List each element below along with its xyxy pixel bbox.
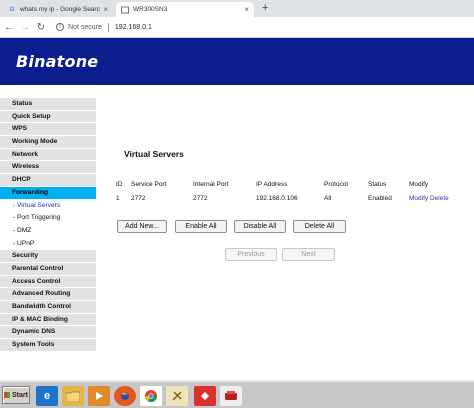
google-favicon-icon: G bbox=[9, 6, 15, 13]
browser-tab-strip: G whats my ip - Google Search × WR300SN3… bbox=[0, 0, 474, 17]
browser-toolbar: ← → ↻ i Not secure 192.168.0.1 bbox=[0, 17, 474, 38]
sidebar-item-system-tools[interactable]: System Tools bbox=[0, 339, 96, 352]
column-header-service-port: Service Port bbox=[131, 181, 167, 188]
sidebar-item-wireless[interactable]: Wireless bbox=[0, 161, 96, 175]
cell-protocol: All bbox=[324, 195, 332, 202]
address-bar[interactable]: 192.168.0.1 bbox=[115, 24, 152, 31]
back-arrow-icon[interactable]: ← bbox=[2, 22, 16, 33]
sidebar-item-network[interactable]: Network bbox=[0, 148, 96, 162]
reload-icon[interactable]: ↻ bbox=[34, 22, 48, 33]
sidebar-item-dhcp[interactable]: DHCP bbox=[0, 174, 96, 187]
sidebar-subitem-upnp[interactable]: - UPnP bbox=[0, 237, 96, 251]
cell-service-port: 2772 bbox=[131, 195, 146, 202]
previous-button[interactable]: Previous bbox=[225, 248, 277, 261]
sidebar-item-status[interactable]: Status bbox=[0, 98, 96, 111]
browser-tab-router[interactable]: WR300SN3 × bbox=[116, 2, 254, 17]
sidebar-subitem-virtual-servers[interactable]: - Virtual Servers bbox=[0, 199, 96, 213]
sidebar-item-security[interactable]: Security bbox=[0, 250, 96, 263]
forward-arrow-icon[interactable]: → bbox=[18, 22, 32, 33]
tool-icon[interactable] bbox=[166, 386, 188, 406]
info-icon[interactable]: i bbox=[56, 23, 64, 31]
next-button[interactable]: Next bbox=[282, 248, 335, 261]
anydesk-icon[interactable] bbox=[194, 386, 216, 406]
cell-modify: Modify Delete bbox=[409, 195, 459, 202]
main-content: Virtual Servers ID Service Port Internal… bbox=[96, 98, 474, 380]
close-tab-icon[interactable]: × bbox=[103, 5, 108, 14]
sidebar-item-ip-mac-binding[interactable]: IP & MAC Binding bbox=[0, 313, 96, 327]
tab-title: whats my ip - Google Search bbox=[20, 6, 101, 13]
virtual-servers-table: ID Service Port Internal Port IP Address… bbox=[116, 181, 459, 202]
security-label[interactable]: Not secure bbox=[68, 24, 102, 31]
media-player-icon[interactable] bbox=[88, 386, 110, 406]
binatone-logo: Binatone bbox=[16, 52, 99, 71]
sidebar-subitem-dmz[interactable]: - DMZ bbox=[0, 224, 96, 238]
cell-ip-address: 192.168.0.106 bbox=[256, 195, 298, 202]
sidebar-item-dynamic-dns[interactable]: Dynamic DNS bbox=[0, 326, 96, 340]
firefox-icon[interactable] bbox=[114, 386, 136, 406]
new-tab-button[interactable]: + bbox=[262, 2, 268, 14]
start-label: Start bbox=[12, 391, 28, 399]
ie-icon[interactable]: e bbox=[36, 386, 58, 406]
sidebar-item-parental-control[interactable]: Parental Control bbox=[0, 262, 96, 276]
table-row: 1 2772 2772 192.168.0.106 All Enabled Mo… bbox=[116, 195, 459, 202]
sidebar-item-advanced-routing[interactable]: Advanced Routing bbox=[0, 288, 96, 301]
sidebar-nav: Status Quick Setup WPS Working Mode Netw… bbox=[0, 98, 96, 352]
sidebar-item-forwarding[interactable]: Forwarding bbox=[0, 186, 96, 200]
cell-id: 1 bbox=[116, 195, 120, 202]
sidebar-item-access-control[interactable]: Access Control bbox=[0, 275, 96, 289]
close-tab-icon[interactable]: × bbox=[244, 5, 249, 14]
explorer-folder-icon[interactable] bbox=[62, 386, 84, 406]
sidebar-item-working-mode[interactable]: Working Mode bbox=[0, 136, 96, 149]
delete-link[interactable]: Delete bbox=[430, 195, 449, 202]
divider bbox=[107, 22, 109, 32]
column-header-internal-port: Internal Port bbox=[193, 181, 229, 188]
enable-all-button[interactable]: Enable All bbox=[175, 220, 227, 233]
sidebar-item-wps[interactable]: WPS bbox=[0, 123, 96, 137]
start-button[interactable]: Start bbox=[2, 386, 30, 404]
router-page: Binatone Status Quick Setup WPS Working … bbox=[0, 38, 474, 380]
add-new-button[interactable]: Add New... bbox=[117, 220, 167, 233]
network-icon[interactable] bbox=[220, 386, 242, 406]
table-header-row: ID Service Port Internal Port IP Address… bbox=[116, 181, 459, 195]
page-title: Virtual Servers bbox=[124, 149, 184, 159]
modify-link[interactable]: Modify bbox=[409, 195, 428, 202]
header-banner: Binatone bbox=[0, 38, 474, 85]
column-header-id: ID bbox=[116, 181, 123, 188]
tab-title: WR300SN3 bbox=[133, 6, 168, 13]
disable-all-button[interactable]: Disable All bbox=[234, 220, 286, 233]
cell-status: Enabled bbox=[368, 195, 392, 202]
column-header-protocol: Protocol bbox=[324, 181, 348, 188]
page-favicon-icon bbox=[121, 6, 129, 14]
sidebar-item-bandwidth-control[interactable]: Bandwidth Control bbox=[0, 301, 96, 314]
chrome-icon[interactable] bbox=[140, 386, 162, 406]
sidebar-item-quick-setup[interactable]: Quick Setup bbox=[0, 110, 96, 124]
sidebar-subitem-port-triggering[interactable]: - Port Triggering bbox=[0, 212, 96, 225]
cell-internal-port: 2772 bbox=[193, 195, 208, 202]
windows-logo-icon bbox=[4, 392, 11, 398]
column-header-modify: Modify bbox=[409, 181, 429, 188]
windows-taskbar: Start e bbox=[0, 380, 474, 408]
browser-tab-google[interactable]: G whats my ip - Google Search × bbox=[3, 2, 113, 17]
column-header-status: Status bbox=[368, 181, 387, 188]
column-header-ip-address: IP Address bbox=[256, 181, 288, 188]
delete-all-button[interactable]: Delete All bbox=[293, 220, 346, 233]
